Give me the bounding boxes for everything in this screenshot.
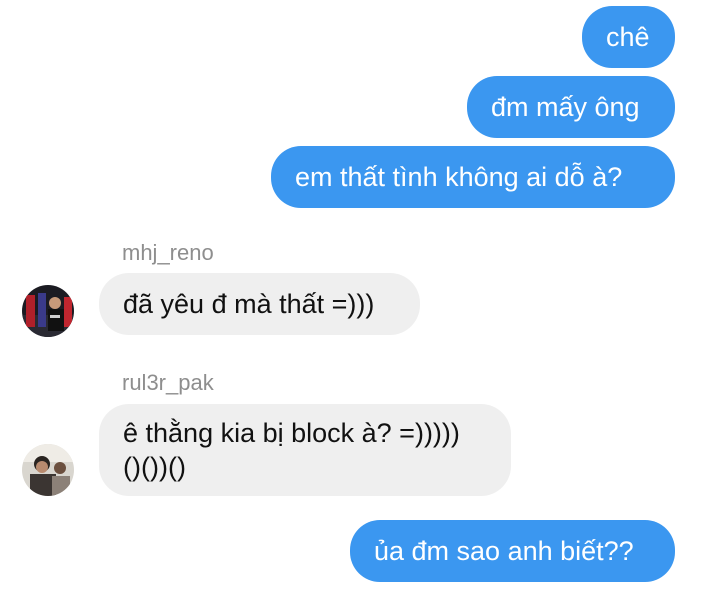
message-text-line: ()())(): [123, 452, 186, 482]
message-text: ủa đm sao anh biết??: [374, 536, 634, 566]
person-avatar-icon[interactable]: [22, 444, 74, 496]
sender-username: rul3r_pak: [122, 370, 214, 395]
message-text: đm mấy ông: [491, 92, 640, 122]
message-text: em thất tình không ai dỗ à?: [295, 162, 623, 192]
incoming-message[interactable]: đã yêu đ mà thất =))): [99, 273, 420, 335]
person-avatar-icon[interactable]: [22, 285, 74, 337]
message-text: đã yêu đ mà thất =))): [123, 289, 375, 319]
outgoing-message[interactable]: đm mấy ông: [467, 76, 675, 138]
incoming-message[interactable]: ê thằng kia bị block à? =))))) ()())(): [99, 404, 511, 496]
outgoing-message[interactable]: ủa đm sao anh biết??: [350, 520, 675, 582]
outgoing-message[interactable]: chê: [582, 6, 675, 68]
outgoing-message[interactable]: em thất tình không ai dỗ à?: [271, 146, 675, 208]
sender-username: mhj_reno: [122, 240, 214, 265]
message-text-line: ê thằng kia bị block à? =))))): [123, 418, 460, 448]
message-text: chê: [606, 22, 650, 52]
